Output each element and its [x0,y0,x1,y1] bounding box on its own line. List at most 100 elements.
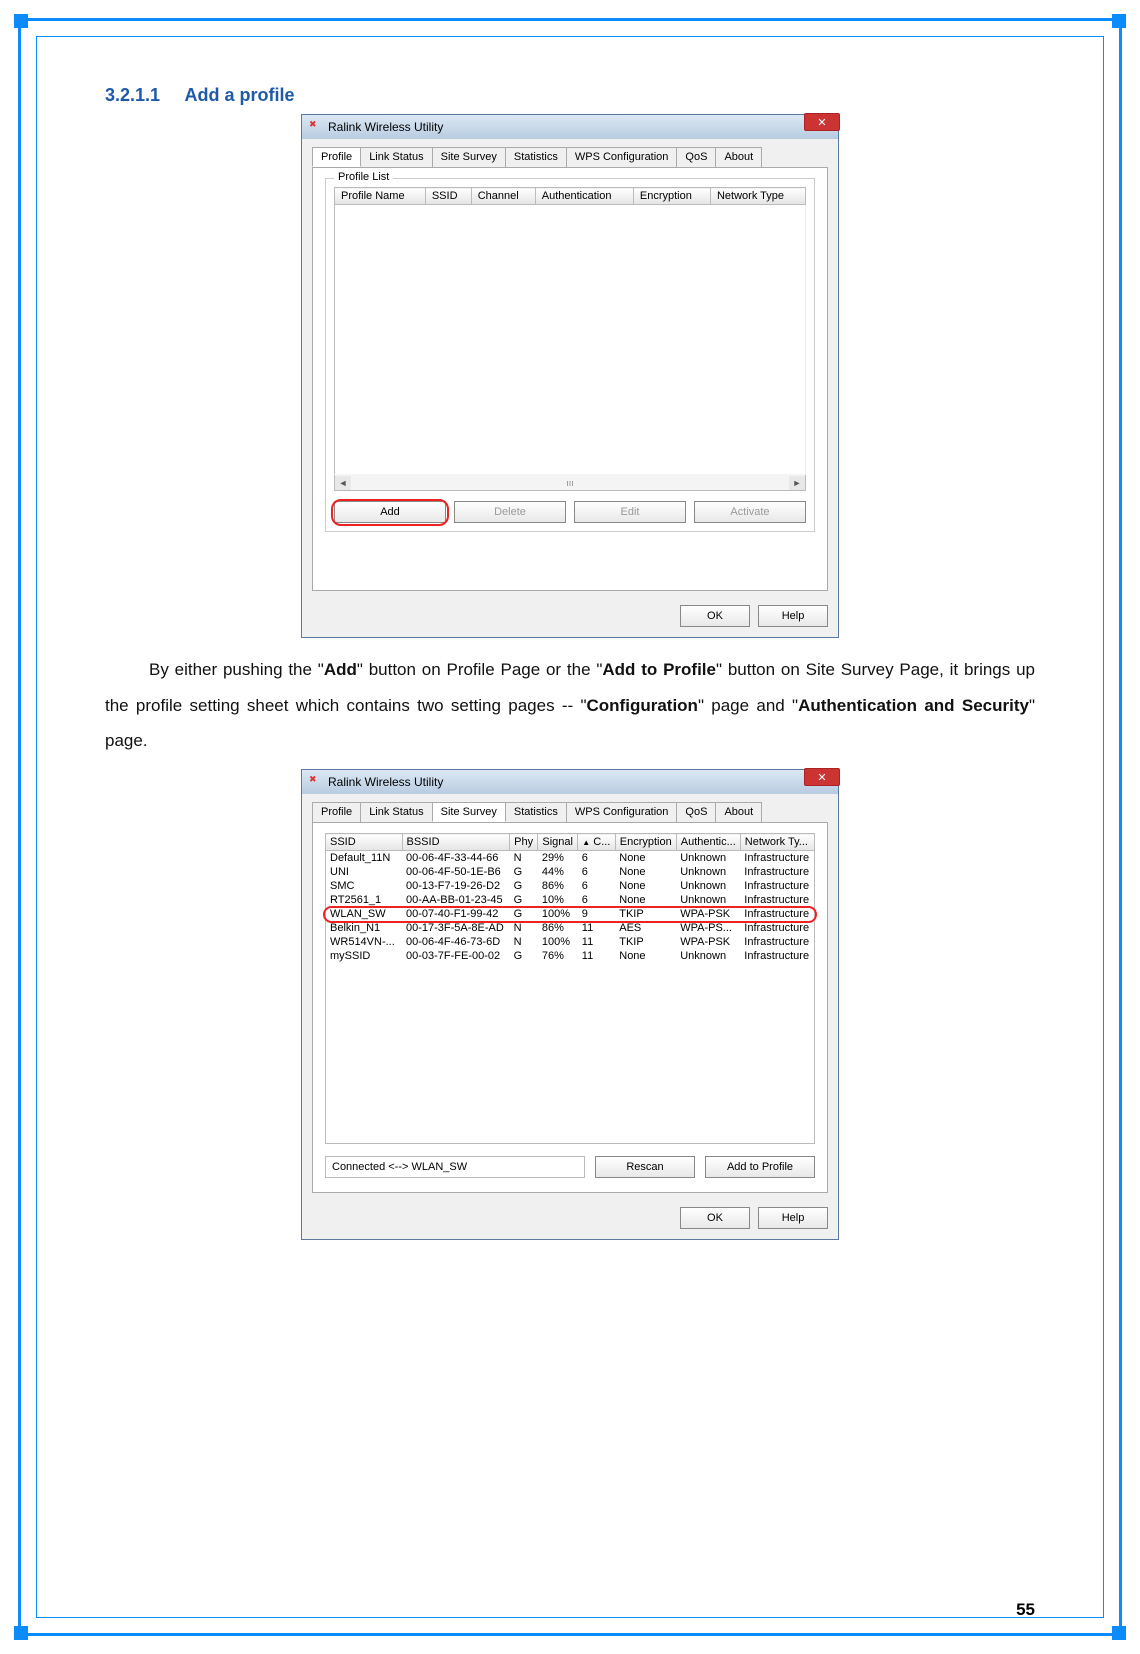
add-to-profile-label: Add to Profile [727,1161,793,1173]
fieldset-profile-list: Profile List Profile NameSSIDChannelAuth… [325,178,815,532]
tab-about[interactable]: About [715,147,762,167]
tab-profile[interactable]: Profile [312,802,361,822]
table-row [335,205,806,475]
col-channel[interactable]: Channel [471,188,535,205]
ok-button-label: OK [707,610,723,622]
col-channel[interactable]: ▲ C... [578,834,615,851]
table-row[interactable]: Belkin_N100-17-3F-5A-8E-ADN86%11AESWPA-P… [326,921,815,935]
horizontal-scrollbar[interactable]: ◄ ııı ► [334,475,806,491]
col-encryption[interactable]: Encryption [615,834,676,851]
titlebar[interactable]: Ralink Wireless Utility ✕ [302,115,838,139]
ok-button-label: OK [707,1212,723,1224]
titlebar-text: Ralink Wireless Utility [328,775,443,789]
cell-phy: N [510,921,538,935]
close-icon: ✕ [817,116,826,129]
cell-net: Infrastructure [740,935,814,949]
tab-qos[interactable]: QoS [676,147,716,167]
col-signal[interactable]: Signal [538,834,578,851]
ok-button[interactable]: OK [680,1207,750,1229]
cell-bssid: 00-AA-BB-01-23-45 [402,893,510,907]
tab-profile[interactable]: Profile [312,147,361,167]
cell-net: Infrastructure [740,921,814,935]
rescan-button[interactable]: Rescan [595,1156,695,1178]
col-network-type[interactable]: Network Ty... [740,834,814,851]
titlebar-text: Ralink Wireless Utility [328,120,443,134]
ok-button[interactable]: OK [680,605,750,627]
body-paragraph: By either pushing the "Add" button on Pr… [105,652,1035,759]
cell-ch: 9 [578,907,615,921]
col-ssid[interactable]: SSID [326,834,403,851]
table-row[interactable]: RT2561_100-AA-BB-01-23-45G10%6NoneUnknow… [326,893,815,907]
col-phy[interactable]: Phy [510,834,538,851]
table-row[interactable]: SMC00-13-F7-19-26-D2G86%6NoneUnknownInfr… [326,879,815,893]
col-encryption[interactable]: Encryption [633,188,710,205]
tab-statistics[interactable]: Statistics [505,147,567,167]
tab-wps-configuration[interactable]: WPS Configuration [566,802,678,822]
col-ssid[interactable]: SSID [425,188,471,205]
cell-enc: None [615,949,676,963]
tab-about[interactable]: About [715,802,762,822]
cell-phy: N [510,851,538,866]
cell-auth: WPA-PSK [676,907,740,921]
cell-bssid: 00-06-4F-50-1E-B6 [402,865,510,879]
profile-list-table[interactable]: Profile NameSSIDChannelAuthenticationEnc… [334,187,806,475]
cell-signal: 29% [538,851,578,866]
cell-ssid: WLAN_SW [326,907,403,921]
table-row[interactable]: WR514VN-...00-06-4F-46-73-6DN100%11TKIPW… [326,935,815,949]
tab-link-status[interactable]: Link Status [360,802,432,822]
tab-qos[interactable]: QoS [676,802,716,822]
help-button[interactable]: Help [758,1207,828,1229]
cell-signal: 100% [538,907,578,921]
col-bssid[interactable]: BSSID [402,834,510,851]
tab-site-survey[interactable]: Site Survey [432,147,506,167]
add-button-label: Add [380,506,400,518]
titlebar[interactable]: Ralink Wireless Utility ✕ [302,770,838,794]
rescan-button-label: Rescan [626,1161,663,1173]
table-row[interactable]: mySSID00-03-7F-FE-00-02G76%11NoneUnknown… [326,949,815,963]
page-number: 55 [1016,1600,1035,1620]
corner-square [1112,1626,1126,1640]
help-button[interactable]: Help [758,605,828,627]
dialog-bottom-bar: OK Help [302,599,838,637]
col-authentication[interactable]: Authentic... [676,834,740,851]
scroll-right-icon[interactable]: ► [789,476,805,490]
table-row[interactable]: WLAN_SW00-07-40-F1-99-42G100%9TKIPWPA-PS… [326,907,815,921]
add-button[interactable]: Add [334,501,446,523]
cell-enc: None [615,865,676,879]
col-profile-name[interactable]: Profile Name [335,188,426,205]
tab-statistics[interactable]: Statistics [505,802,567,822]
tab-wps-configuration[interactable]: WPS Configuration [566,147,678,167]
cell-auth: WPA-PSK [676,935,740,949]
text-bold: Configuration [587,696,698,715]
dialog-ralink-site-survey: Ralink Wireless Utility ✕ ProfileLink St… [301,769,839,1240]
help-button-label: Help [782,1212,805,1224]
add-to-profile-button[interactable]: Add to Profile [705,1156,815,1178]
app-icon [308,775,322,789]
cell-bssid: 00-07-40-F1-99-42 [402,907,510,921]
cell-phy: G [510,865,538,879]
delete-button[interactable]: Delete [454,501,566,523]
activate-button[interactable]: Activate [694,501,806,523]
tab-site-survey[interactable]: Site Survey [432,802,506,822]
col-network-type[interactable]: Network Type [710,188,805,205]
table-row[interactable]: UNI00-06-4F-50-1E-B6G44%6NoneUnknownInfr… [326,865,815,879]
cell-net: Infrastructure [740,865,814,879]
table-row[interactable]: Default_11N00-06-4F-33-44-66N29%6NoneUnk… [326,851,815,866]
cell-bssid: 00-13-F7-19-26-D2 [402,879,510,893]
cell-ssid: mySSID [326,949,403,963]
tab-link-status[interactable]: Link Status [360,147,432,167]
scroll-left-icon[interactable]: ◄ [335,476,351,490]
cell-phy: G [510,949,538,963]
scroll-thumb-icon[interactable]: ııı [566,478,574,488]
cell-signal: 10% [538,893,578,907]
close-button[interactable]: ✕ [804,768,840,786]
activate-button-label: Activate [730,506,769,518]
close-button[interactable]: ✕ [804,113,840,131]
edit-button[interactable]: Edit [574,501,686,523]
cell-ch: 11 [578,921,615,935]
col-authentication[interactable]: Authentication [535,188,633,205]
cell-enc: None [615,893,676,907]
section-number: 3.2.1.1 [105,85,160,105]
site-survey-table[interactable]: SSID BSSID Phy Signal ▲ C... Encryption … [325,833,815,1144]
cell-bssid: 00-06-4F-33-44-66 [402,851,510,866]
